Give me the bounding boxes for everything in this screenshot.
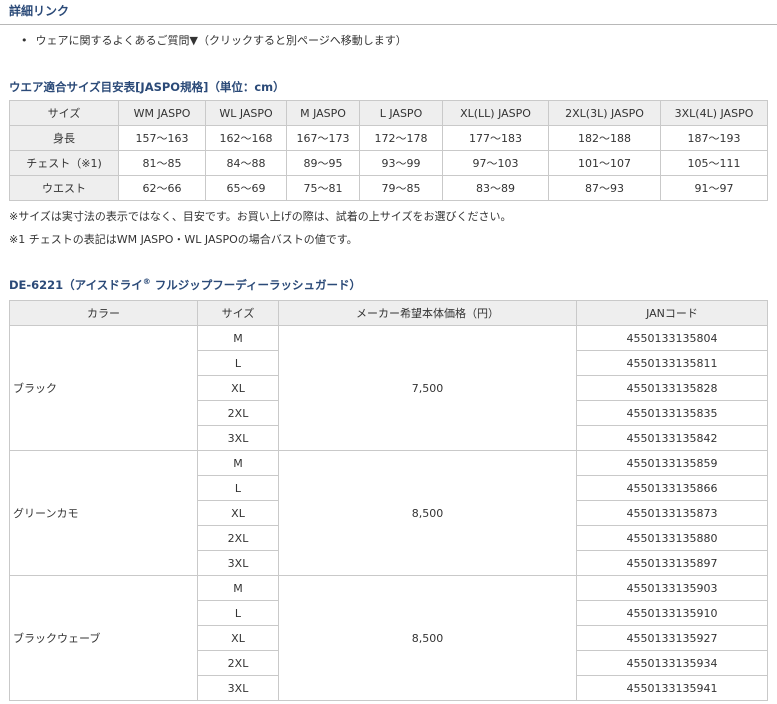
size-chart-header: XL(LL) JASPO (442, 100, 549, 126)
size-chart-table: サイズ WM JASPO WL JASPO M JASPO L JASPO XL… (9, 100, 768, 201)
size-note: ※サイズは実寸法の表示ではなく、目安です。お買い上げの際は、試着の上サイズをお選… (9, 210, 512, 223)
size-chart-header: L JASPO (359, 100, 443, 126)
price-cell: 8,500 (278, 450, 577, 576)
size-cell: L (197, 350, 279, 376)
size-chart-header: WM JASPO (118, 100, 206, 126)
size-chart-header: 3XL(4L) JASPO (660, 100, 768, 126)
jan-cell: 4550133135903 (576, 575, 768, 601)
size-cell: M (197, 575, 279, 601)
product-title: DE-6221（アイスドライ® フルジップフーディーラッシュガード） (9, 277, 361, 293)
size-chart-row: チェスト（※1) 81〜85 84〜88 89〜95 93〜99 97〜103 101〜10… (9, 150, 768, 176)
product-title-rest: フルジップフーディーラッシュガード） (150, 278, 361, 292)
size-chart-cell: 177〜183 (442, 125, 549, 151)
jan-cell: 4550133135811 (576, 350, 768, 376)
jan-cell: 4550133135873 (576, 500, 768, 526)
size-chart-cell: 187〜193 (660, 125, 768, 151)
bullet-icon: • (21, 34, 28, 47)
size-chart-cell: 81〜85 (118, 150, 206, 176)
price-cell: 8,500 (278, 575, 577, 701)
product-header-row: カラー サイズ メーカー希望本体価格（円） JANコード (9, 300, 768, 326)
size-chart-row-label: チェスト（※1) (9, 150, 119, 176)
jan-cell: 4550133135804 (576, 325, 768, 351)
size-chart-cell: 172〜178 (359, 125, 443, 151)
jan-cell: 4550133135828 (576, 375, 768, 401)
product-row: ブラックウェーブ M 8,500 4550133135903 (9, 575, 768, 701)
size-chart-cell: 162〜168 (205, 125, 287, 151)
size-chart-header: WL JASPO (205, 100, 287, 126)
size-chart-title: ウエア適合サイズ目安表[JASPO規格]（単位：cm） (9, 80, 285, 94)
chest-note: ※1 チェストの表記はWM JASPO・WL JASPOの場合バストの値です。 (9, 233, 358, 246)
product-row: グリーンカモ M 8,500 4550133135859 (9, 450, 768, 576)
color-cell: グリーンカモ (9, 450, 198, 576)
product-header: メーカー希望本体価格（円） (278, 300, 577, 326)
size-cell: 3XL (197, 425, 279, 451)
jan-cell: 4550133135897 (576, 550, 768, 576)
size-cell: XL (197, 375, 279, 401)
size-cell: 3XL (197, 550, 279, 576)
size-cell: 2XL (197, 650, 279, 676)
size-cell: XL (197, 500, 279, 526)
size-cell: XL (197, 625, 279, 651)
jan-cell: 4550133135927 (576, 625, 768, 651)
size-cell: 2XL (197, 525, 279, 551)
size-chart-row-label: ウエスト (9, 175, 119, 201)
product-title-text: DE-6221（アイスドライ (9, 278, 143, 292)
product-row: ブラック M 7,500 4550133135804 (9, 325, 768, 451)
size-chart-row: 身長 157〜163 162〜168 167〜173 172〜178 177〜183 182… (9, 125, 768, 151)
section-divider (0, 24, 777, 25)
size-chart-cell: 79〜85 (359, 175, 443, 201)
product-header: JANコード (576, 300, 768, 326)
size-cell: L (197, 600, 279, 626)
size-chart-cell: 62〜66 (118, 175, 206, 201)
size-chart-cell: 87〜93 (548, 175, 661, 201)
size-chart-cell: 93〜99 (359, 150, 443, 176)
size-chart-header: サイズ (9, 100, 119, 126)
size-cell: M (197, 450, 279, 476)
jan-cell: 4550133135934 (576, 650, 768, 676)
size-chart-cell: 83〜89 (442, 175, 549, 201)
product-header: カラー (9, 300, 198, 326)
size-chart-cell: 167〜173 (286, 125, 360, 151)
size-chart-cell: 101〜107 (548, 150, 661, 176)
size-chart-cell: 182〜188 (548, 125, 661, 151)
size-cell: L (197, 475, 279, 501)
registered-mark: ® (142, 277, 151, 287)
faq-link[interactable]: ウェアに関するよくあるご質問▼（クリックすると別ページへ移動します） (36, 34, 407, 47)
jan-cell: 4550133135880 (576, 525, 768, 551)
size-chart-header-row: サイズ WM JASPO WL JASPO M JASPO L JASPO XL… (9, 100, 768, 126)
size-chart-cell: 97〜103 (442, 150, 549, 176)
size-chart-cell: 84〜88 (205, 150, 287, 176)
jan-cell: 4550133135859 (576, 450, 768, 476)
jan-cell: 4550133135866 (576, 475, 768, 501)
product-header: サイズ (197, 300, 279, 326)
jan-cell: 4550133135835 (576, 400, 768, 426)
size-chart-cell: 157〜163 (118, 125, 206, 151)
size-chart-cell: 75〜81 (286, 175, 360, 201)
size-chart-row: ウエスト 62〜66 65〜69 75〜81 79〜85 83〜89 87〜93 91〜97 (9, 175, 768, 201)
section-title: 詳細リンク (9, 4, 70, 18)
size-chart-row-label: 身長 (9, 125, 119, 151)
jan-cell: 4550133135941 (576, 675, 768, 701)
faq-list-item: • ウェアに関するよくあるご質問▼（クリックすると別ページへ移動します） (21, 32, 407, 48)
size-chart-header: 2XL(3L) JASPO (548, 100, 661, 126)
size-chart-cell: 89〜95 (286, 150, 360, 176)
size-cell: M (197, 325, 279, 351)
size-chart-cell: 65〜69 (205, 175, 287, 201)
jan-cell: 4550133135910 (576, 600, 768, 626)
size-chart-cell: 91〜97 (660, 175, 768, 201)
size-cell: 3XL (197, 675, 279, 701)
size-chart-cell: 105〜111 (660, 150, 768, 176)
price-cell: 7,500 (278, 325, 577, 451)
size-chart-header: M JASPO (286, 100, 360, 126)
color-cell: ブラック (9, 325, 198, 451)
color-cell: ブラックウェーブ (9, 575, 198, 701)
product-table: カラー サイズ メーカー希望本体価格（円） JANコード ブラック M 7,500 4… (9, 300, 768, 701)
jan-cell: 4550133135842 (576, 425, 768, 451)
size-cell: 2XL (197, 400, 279, 426)
